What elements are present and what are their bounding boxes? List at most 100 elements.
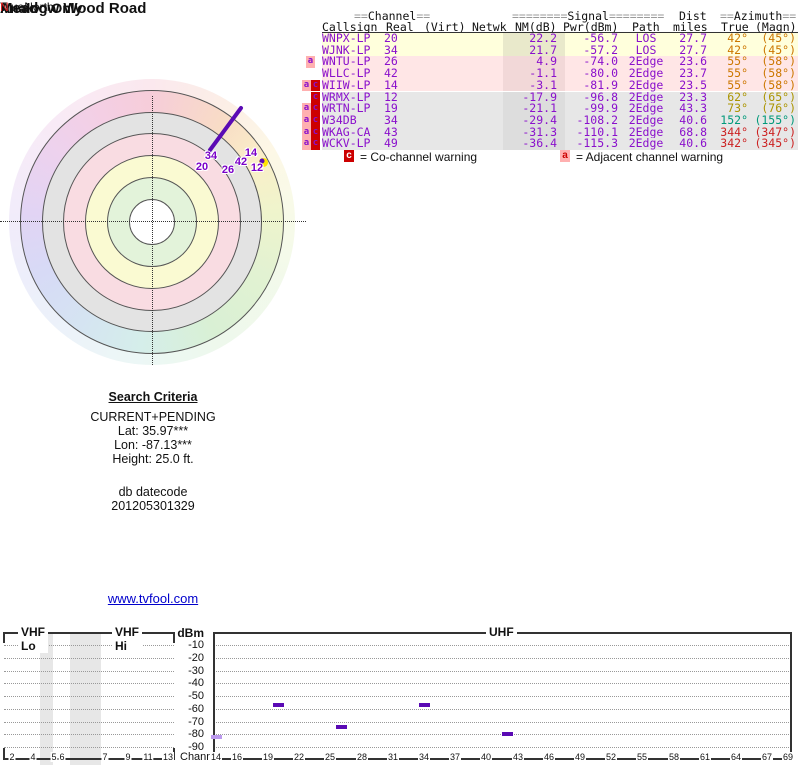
x-axis-tick-label: 9 [124,752,132,762]
gridline [4,658,174,659]
table-cell: 2Edge [628,136,664,151]
x-axis-tick-label: 34 [417,752,431,762]
table-cell: 342° [720,136,748,151]
table-cell: (345°) [754,136,796,151]
x-axis-tick-label: 43 [511,752,525,762]
co-channel-warning-icon: c [311,114,320,127]
adjacent-channel-legend-icon: a [560,150,570,162]
tvfool-link[interactable]: www.tvfool.com [108,591,198,606]
co-channel-warning-icon: c [311,91,320,104]
fm-band [70,633,101,765]
x-axis-tick-label: 52 [604,752,618,762]
y-axis-tick-label: -60 [188,703,204,715]
signal-marker [211,735,222,739]
y-axis-unit-label: dBm [177,626,204,640]
gridline [4,683,174,684]
uhf-panel-right-border [790,632,792,758]
x-axis-tick-label: 25 [323,752,337,762]
x-axis-tick-label: 37 [448,752,462,762]
db-datecode-label: db datecode [118,485,188,499]
co-channel-legend-text: = Co-channel warning [360,150,478,164]
adjacent-channel-warning-icon: a [306,56,315,69]
radar-channel-label: 14 [244,147,258,159]
search-height: Height: 25.0 ft. [112,452,194,466]
x-axis-tick-label: 16 [230,752,244,762]
x-axis-tick-label: 22 [292,752,306,762]
signal-marker [336,725,347,729]
x-axis-tick-label: 14 [209,752,223,762]
x-axis-tick-label: 5 [50,752,58,762]
gridline [214,658,791,659]
x-axis-tick-label: 4 [29,752,37,762]
x-axis-tick-label: 13 [161,752,175,762]
uhf-label: UHF [486,625,517,639]
y-axis-tick-label: -40 [188,677,204,689]
x-axis-tick-label: 2 [8,752,16,762]
gridline [214,683,791,684]
x-axis-tick-label: 69 [781,752,795,762]
x-axis-tick-label: 19 [261,752,275,762]
adjacent-channel-warning-icon: a [302,103,311,115]
signal-marker [419,703,430,707]
x-axis-tick-label: 58 [667,752,681,762]
search-criteria-title: Search Criteria [108,390,198,404]
vhf-lo-label: VHF Lo [18,625,48,653]
table-column-header: Netwk [472,20,507,34]
y-axis-tick-label: -80 [188,728,204,740]
x-axis-tick-label: 11 [142,752,154,762]
search-latitude: Lat: 35.97*** [117,424,189,438]
table-row: WCKV-LP 49 -36.4 -115.3 2Edge 40.6 342° (345°) a… [302,136,798,151]
panel-corner-stub [3,632,5,643]
gridline [214,671,791,672]
db-datecode-value: 201205301329 [111,499,195,513]
radar-channel-label: 12 [250,162,264,174]
adjacent-channel-warning-icon: a [302,79,311,92]
co-channel-warning-icon: c [311,103,320,115]
tvfool-report-page: Meadow Wood Road Analog Only TrueNorth N… [0,0,800,768]
gridline [4,747,174,748]
x-axis-tick-label: 7 [101,752,109,762]
radar-channel-label: 26 [221,164,235,176]
x-axis-tick-label: 6 [58,752,66,762]
x-axis-tick-label: 46 [542,752,556,762]
adjacent-channel-warning-icon: a [302,126,311,139]
gridline [214,747,791,748]
signal-marker [273,703,284,707]
radar-channel-label: 20 [195,161,209,173]
x-axis-tick-label: 55 [635,752,649,762]
co-channel-legend-icon: c [344,150,354,162]
signal-direction-line [208,106,243,152]
y-axis-tick-label: -20 [188,652,204,664]
table-cell: 49 [384,136,398,151]
x-axis-tick-label: 64 [729,752,743,762]
adjacent-channel-legend-text: = Adjacent channel warning [576,150,724,164]
tvfool-link-wrapper: www.tvfool.com [0,591,306,606]
y-axis-tick-label: -30 [188,665,204,677]
gridline [4,709,174,710]
table-cell: -36.4 [503,138,565,150]
vhf-hi-label: VHF Hi [112,625,142,653]
search-longitude: Lon: -87.13*** [114,438,192,452]
gridline [214,645,791,646]
search-mode: CURRENT+PENDING [90,410,216,424]
gridline [214,722,791,723]
x-axis-tick-label: 28 [355,752,369,762]
table-cell: WCKV-LP [322,136,371,151]
x-axis-tick-label: 61 [698,752,712,762]
table-cell: -115.3 [576,136,618,151]
y-axis-tick-label: -10 [188,639,204,651]
gridline [4,696,174,697]
y-axis-tick-label: -70 [188,716,204,728]
uhf-panel-left-border [213,632,215,758]
gridline [4,722,174,723]
gridline [4,734,174,735]
adjacent-channel-warning-icon: a [302,114,311,127]
signal-marker [502,732,513,736]
y-axis-tick-label: -50 [188,690,204,702]
gridline [214,709,791,710]
x-axis-tick-label: 67 [760,752,774,762]
co-channel-warning-icon: c [311,79,320,92]
gridline [214,696,791,697]
radar-overlay [208,106,268,167]
x-axis-tick-label: 40 [479,752,493,762]
